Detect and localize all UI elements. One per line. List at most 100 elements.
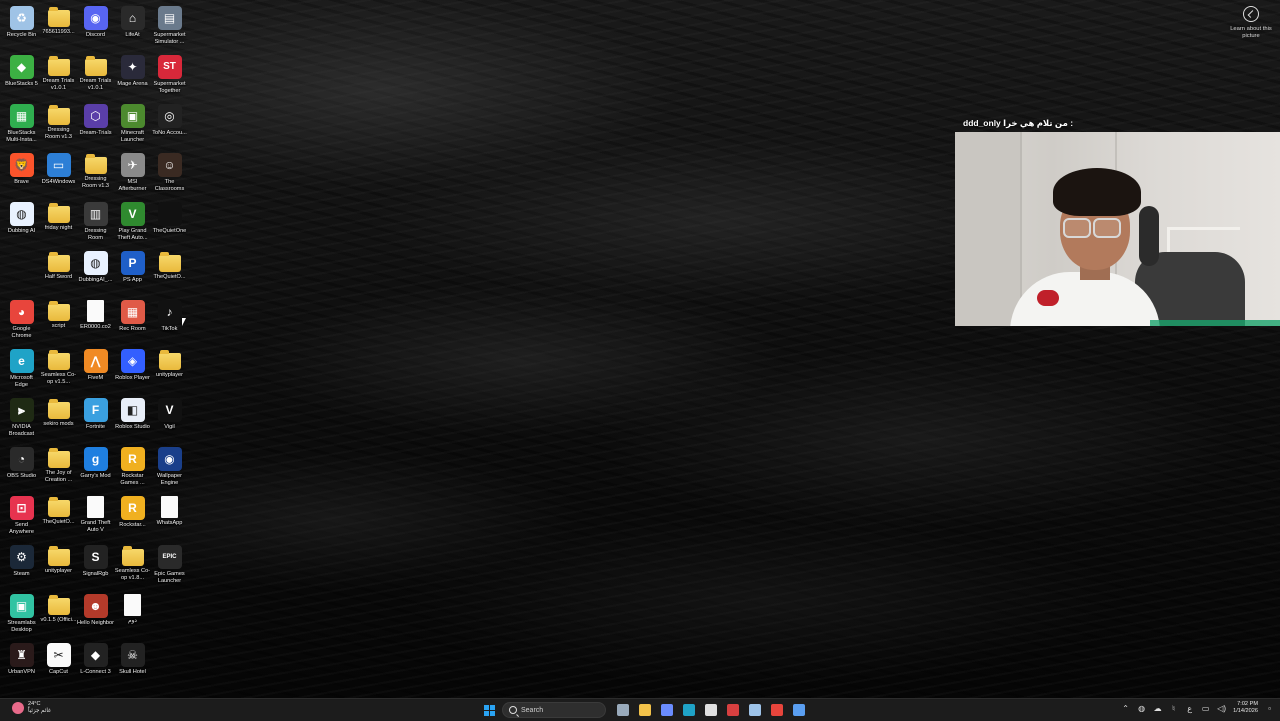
desktop-icon-label: TikTok [161, 326, 178, 332]
notification-icon[interactable]: ▫ [1265, 704, 1274, 713]
desktop-icon[interactable]: ◈ Roblox Player [114, 347, 151, 396]
desktop-icon[interactable]: ✂ CapCut [40, 641, 77, 690]
monitor-icon[interactable]: ▭ [1201, 704, 1210, 713]
discord-taskbar-button[interactable] [790, 701, 808, 719]
desktop-icon[interactable]: ◆ L-Connect 3 [77, 641, 114, 690]
clock[interactable]: 7:02 PM 1/14/2026 [1233, 701, 1258, 715]
desktop-icon[interactable]: Seamless Co-op v1.8... [114, 543, 151, 592]
hello-neighbor-icon: ☻ [83, 594, 108, 618]
start-button[interactable] [480, 701, 498, 719]
desktop-icon[interactable]: ♻ Recycle Bin [3, 4, 40, 53]
desktop-icon[interactable]: ✈ MSI Afterburner [114, 151, 151, 200]
task-view-button[interactable] [614, 701, 632, 719]
desktop-icon[interactable]: ◍ Dubbing AI [3, 200, 40, 249]
mic-icon[interactable]: ♮ [1169, 704, 1178, 713]
desktop-icon[interactable]: 765611993... [40, 4, 77, 53]
desktop-icon[interactable]: Half Sword [40, 249, 77, 298]
chrome-taskbar-button[interactable] [768, 701, 786, 719]
file-explorer-button[interactable] [636, 701, 654, 719]
desktop-icon[interactable]: ◉ Wallpaper Engine [151, 445, 188, 494]
desktop-icon-label: Google Chrome [11, 326, 32, 339]
desktop-icon[interactable]: ◕ Google Chrome [3, 298, 40, 347]
desktop-icon[interactable]: ▦ BlueStacks Multi-Insta... [3, 102, 40, 151]
desktop-icon[interactable]: ◍ DubbingAI_... [77, 249, 114, 298]
desktop-icon[interactable]: V Vigil [151, 396, 188, 445]
desktop-icon[interactable]: script [40, 298, 77, 347]
weather-widget[interactable]: 24°C غائم جزئياً [12, 701, 51, 715]
copilot-icon [661, 704, 673, 716]
volume-icon[interactable]: ◁) [1217, 704, 1226, 713]
desktop-icon[interactable]: ▤ Supermarket Simulator ... [151, 4, 188, 53]
desktop-icon[interactable]: ◎ ToNo Accou... [151, 102, 188, 151]
desktop-icon[interactable]: TheQuietOne [151, 200, 188, 249]
desktop-icon[interactable]: Dream Trials v1.0.1 [40, 53, 77, 102]
desktop-icon[interactable]: دوم [114, 592, 151, 641]
desktop-icon[interactable]: ◉ Discord [77, 4, 114, 53]
desktop-icon[interactable]: ▣ Minecraft Launcher [114, 102, 151, 151]
desktop-icon[interactable]: ▣ Streamlabs Desktop [3, 592, 40, 641]
desktop-icon[interactable]: ER0000.co2 [77, 298, 114, 347]
desktop-icon[interactable]: friday night [40, 200, 77, 249]
language-indicator[interactable]: ع [1185, 704, 1194, 713]
desktop-icon[interactable]: ◆ BlueStacks 5 [3, 53, 40, 102]
desktop-icon[interactable]: ▦ Rec Room [114, 298, 151, 347]
desktop-icon[interactable]: g Garry's Mod [77, 445, 114, 494]
desktop-icon[interactable]: R Rockstar Games ... [114, 445, 151, 494]
desktop-icon[interactable]: TheQuietO... [40, 494, 77, 543]
desktop-icon-label: Garry's Mod [80, 473, 111, 479]
desktop-icon[interactable]: sekiro mods [40, 396, 77, 445]
desktop-icon[interactable]: Dressing Room v1.3 [77, 151, 114, 200]
desktop-icon[interactable]: unityplayer [40, 543, 77, 592]
desktop-icon[interactable]: R Rockstar... [114, 494, 151, 543]
desktop-icon[interactable]: EPIC Epic Games Launcher [151, 543, 188, 592]
desktop-icon[interactable]: ▥ Dressing Room [77, 200, 114, 249]
desktop-icon[interactable]: unityplayer [151, 347, 188, 396]
desktop-icon[interactable]: ✦ Mage Arena [114, 53, 151, 102]
desktop-icon[interactable]: Dream Trials v1.0.1 [77, 53, 114, 102]
desktop-icon[interactable]: Dressing Room v1.3 [40, 102, 77, 151]
urbanvpn-icon: ♜ [9, 643, 34, 667]
desktop-icon[interactable]: ⚙ Steam [3, 543, 40, 592]
desktop-icon[interactable]: ⊡ Send Anywhere [3, 494, 40, 543]
taskbar-search[interactable]: Search [502, 702, 606, 718]
folder-icon [158, 350, 181, 370]
desktop-icon[interactable]: ◧ Roblox Studio [114, 396, 151, 445]
steam-taskbar-button[interactable] [746, 701, 764, 719]
desktop-icon[interactable]: V Play Grand Theft Auto... [114, 200, 151, 249]
app-red-button[interactable] [724, 701, 742, 719]
onedrive-icon[interactable]: ☁ [1153, 704, 1162, 713]
desktop-icon[interactable]: ☠ Skull Hotel [114, 641, 151, 690]
desktop-icon[interactable]: 🦁 Brave [3, 151, 40, 200]
folder-icon [47, 595, 70, 615]
copilot-button[interactable] [658, 701, 676, 719]
desktop-icon[interactable]: v0.1.5 (Offici... [40, 592, 77, 641]
desktop-icon[interactable]: WhatsApp [151, 494, 188, 543]
desktop-icon-label: UrbanVPN [8, 669, 35, 675]
chat-message: من تلام هي خرا : [1003, 118, 1074, 128]
desktop-icon[interactable]: P PS App [114, 249, 151, 298]
edge-taskbar-button[interactable] [680, 701, 698, 719]
learn-about-picture[interactable]: Learn about this picture [1228, 6, 1274, 40]
desktop-icon[interactable]: The Joy of Creation ... [40, 445, 77, 494]
desktop-icon[interactable]: ⬡ Dream-Trials [77, 102, 114, 151]
folder-icon [47, 7, 70, 27]
desktop-icon[interactable]: S SignalRgb [77, 543, 114, 592]
chevron-up-icon[interactable]: ⌃ [1121, 704, 1130, 713]
store-button[interactable] [702, 701, 720, 719]
desktop-icon[interactable]: TheQuietO... [151, 249, 188, 298]
desktop-icon[interactable]: Grand Theft Auto V [77, 494, 114, 543]
network-app-icon[interactable]: ◍ [1137, 704, 1146, 713]
desktop-icon[interactable]: e Microsoft Edge [3, 347, 40, 396]
desktop-icon[interactable]: ☺ The Classrooms [151, 151, 188, 200]
desktop-icon[interactable]: ♜ UrbanVPN [3, 641, 40, 690]
desktop-icon-label: Supermarket Simulator ... [153, 32, 186, 45]
desktop-icon[interactable]: ST Supermarket Together [151, 53, 188, 102]
desktop-icon[interactable]: ☻ Hello Neighbor [77, 592, 114, 641]
desktop-icon[interactable]: ⫸ NVIDIA Broadcast [3, 396, 40, 445]
desktop-icon[interactable]: F Fortnite [77, 396, 114, 445]
desktop-icon[interactable]: ⌂ LifeAt [114, 4, 151, 53]
desktop-icon[interactable]: ⋀ FiveM [77, 347, 114, 396]
desktop-icon[interactable]: ▭ DS4Windows [40, 151, 77, 200]
desktop-icon[interactable]: ◔ OBS Studio [3, 445, 40, 494]
desktop-icon[interactable]: Seamless Co-op v1.5... [40, 347, 77, 396]
